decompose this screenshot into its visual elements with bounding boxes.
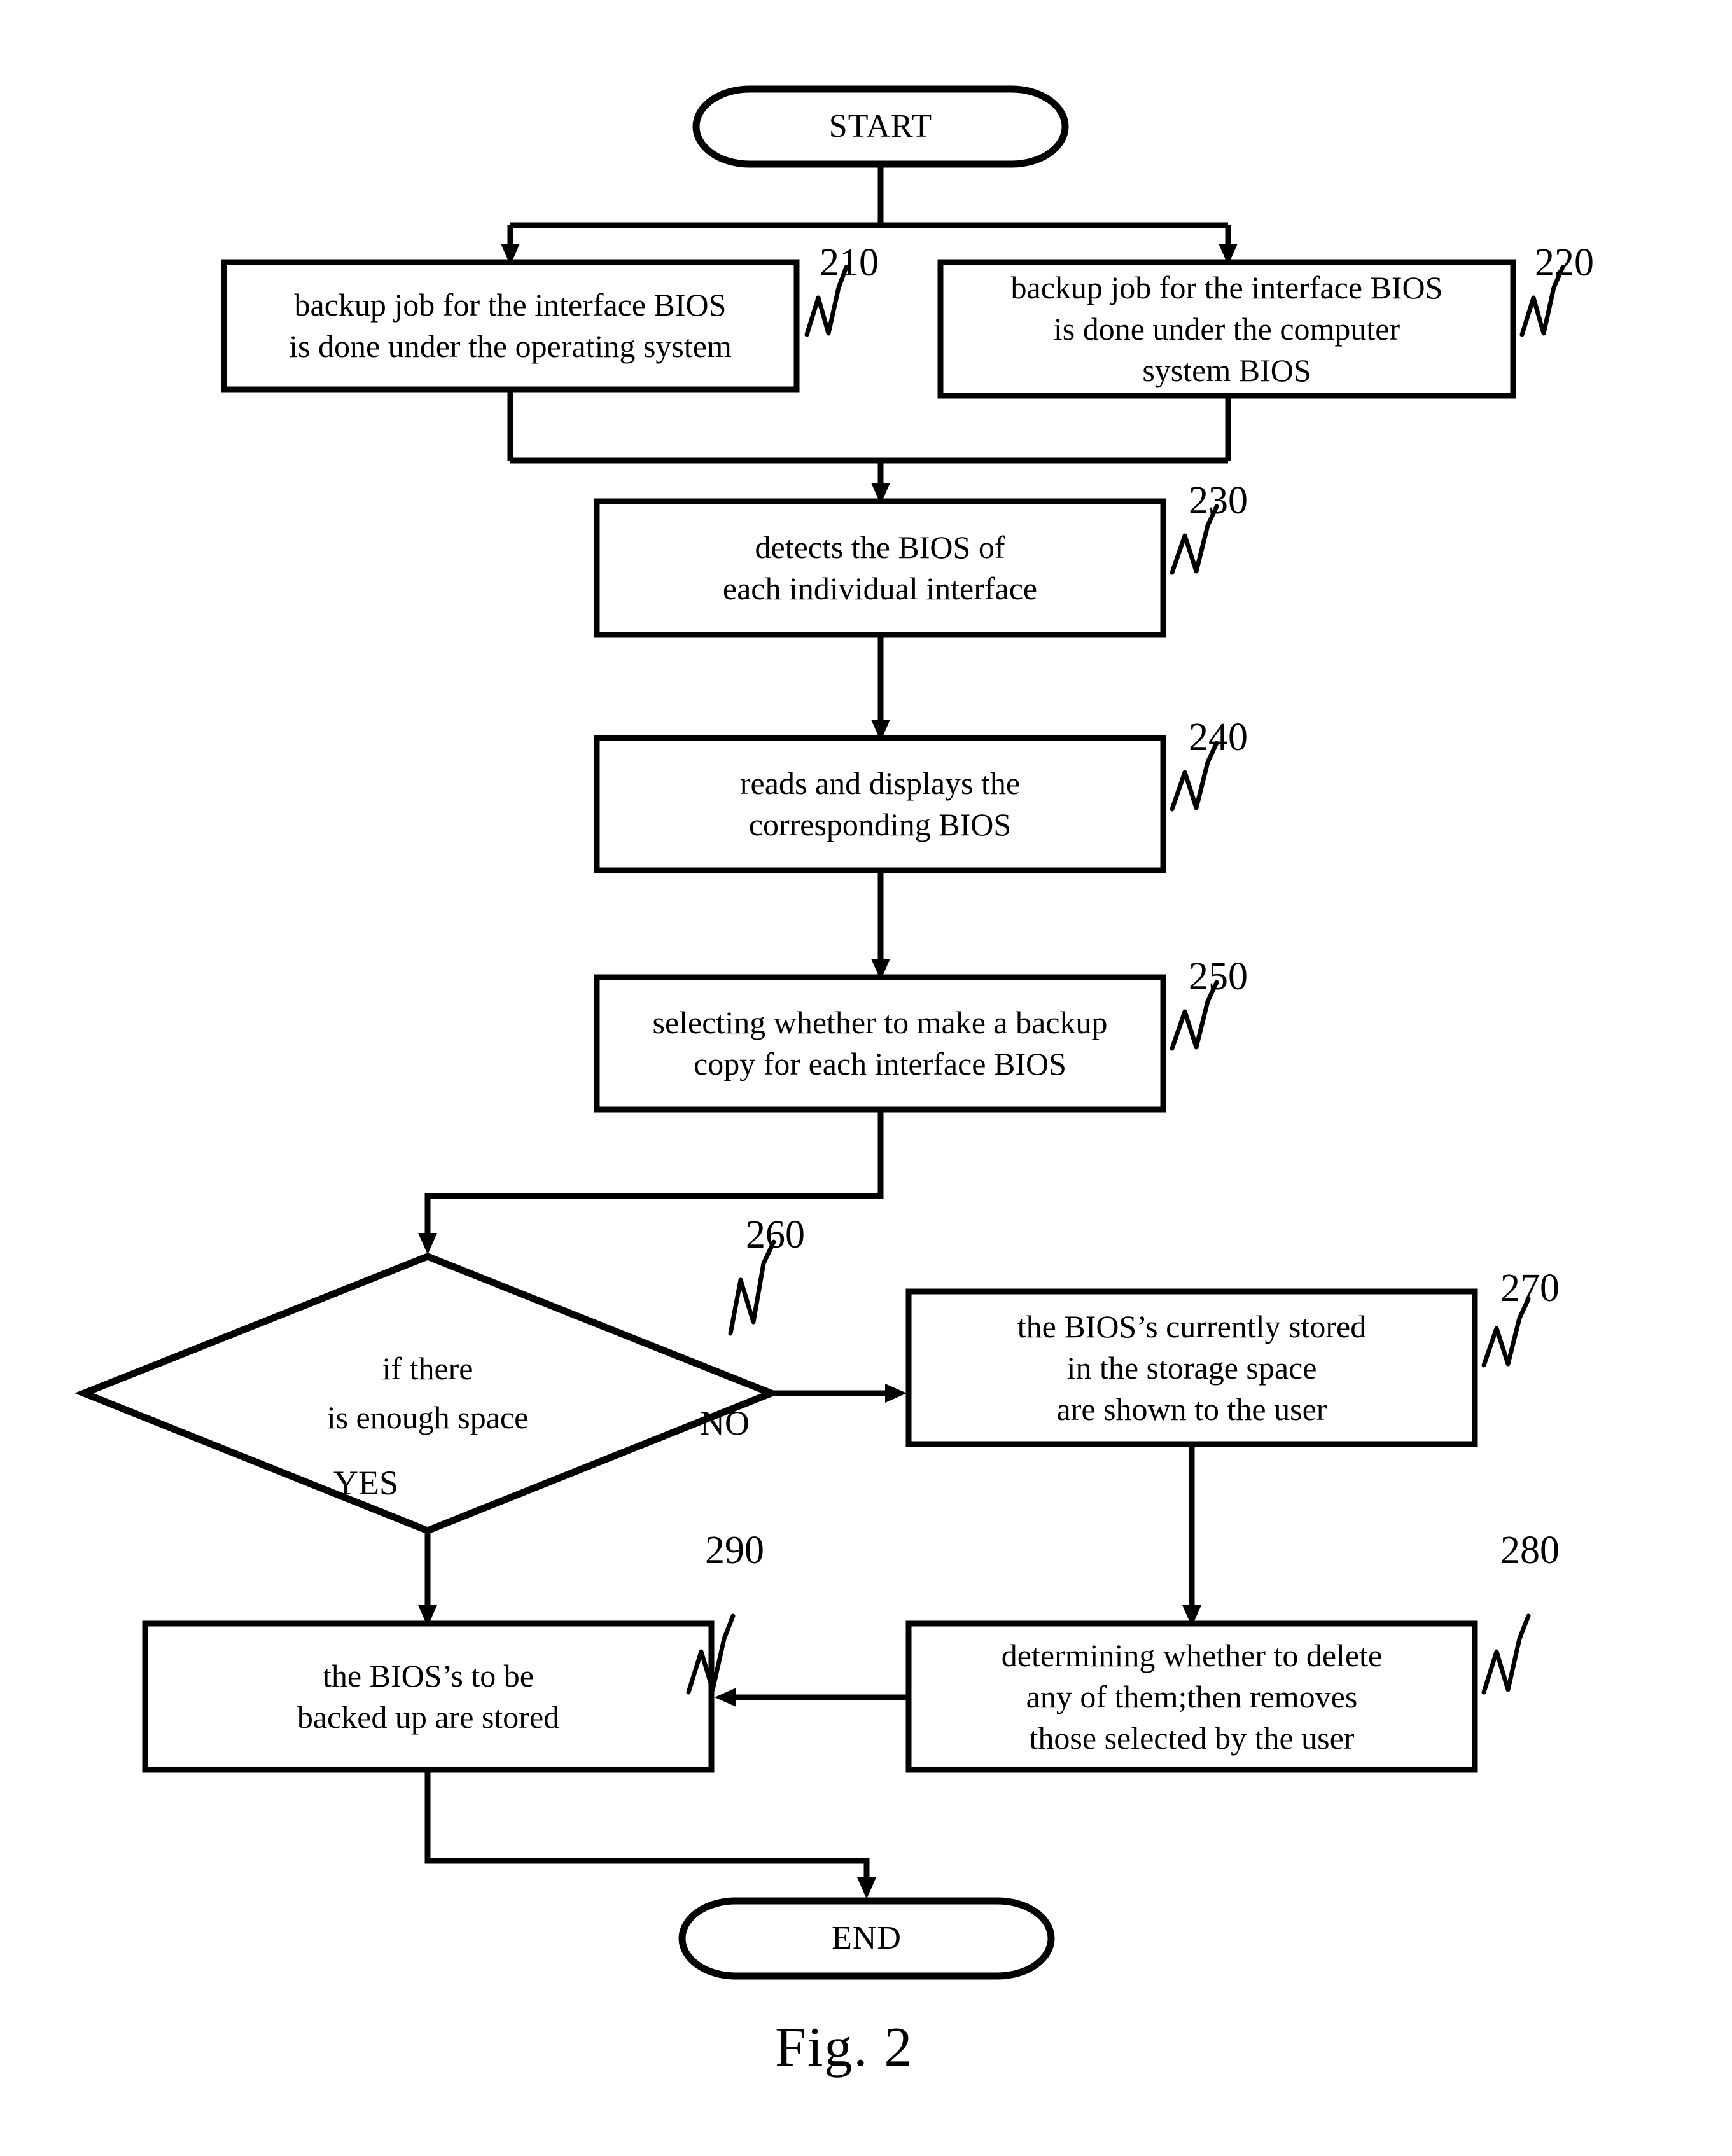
node-250-shape [594, 974, 1166, 1113]
edge-label-no: NO [700, 1404, 750, 1442]
edge-290-to-end [424, 1770, 876, 1899]
node-210-shape [221, 259, 800, 393]
ref-label-270: 270 [1500, 1267, 1560, 1310]
figure-caption: Fig. 2 [775, 2017, 914, 2078]
ref-label-240: 240 [1189, 716, 1248, 759]
node-230-shape [594, 498, 1166, 638]
leader-280 [1481, 1613, 1531, 1695]
node-end-shape [678, 1897, 1055, 1980]
node-280-shape [905, 1620, 1478, 1773]
ref-label-290: 290 [705, 1529, 764, 1572]
ref-label-280: 280 [1500, 1529, 1560, 1572]
node-240-shape [594, 735, 1166, 873]
edge-250-to-260 [418, 1109, 884, 1255]
ref-label-230: 230 [1189, 479, 1248, 522]
edge-label-yes: YES [333, 1464, 399, 1502]
ref-label-250: 250 [1189, 955, 1248, 998]
node-220-shape [937, 259, 1516, 399]
node-260-shape [74, 1253, 781, 1534]
node-290-shape [142, 1620, 715, 1773]
ref-label-220: 220 [1535, 241, 1594, 284]
figure-canvas: START backup job for the interface BIOS … [0, 0, 1732, 2156]
ref-label-260: 260 [746, 1213, 805, 1256]
node-270-shape [905, 1288, 1478, 1447]
node-start-shape [692, 85, 1069, 168]
flowchart-svg [74, 85, 1565, 1980]
ref-label-210: 210 [820, 241, 879, 284]
